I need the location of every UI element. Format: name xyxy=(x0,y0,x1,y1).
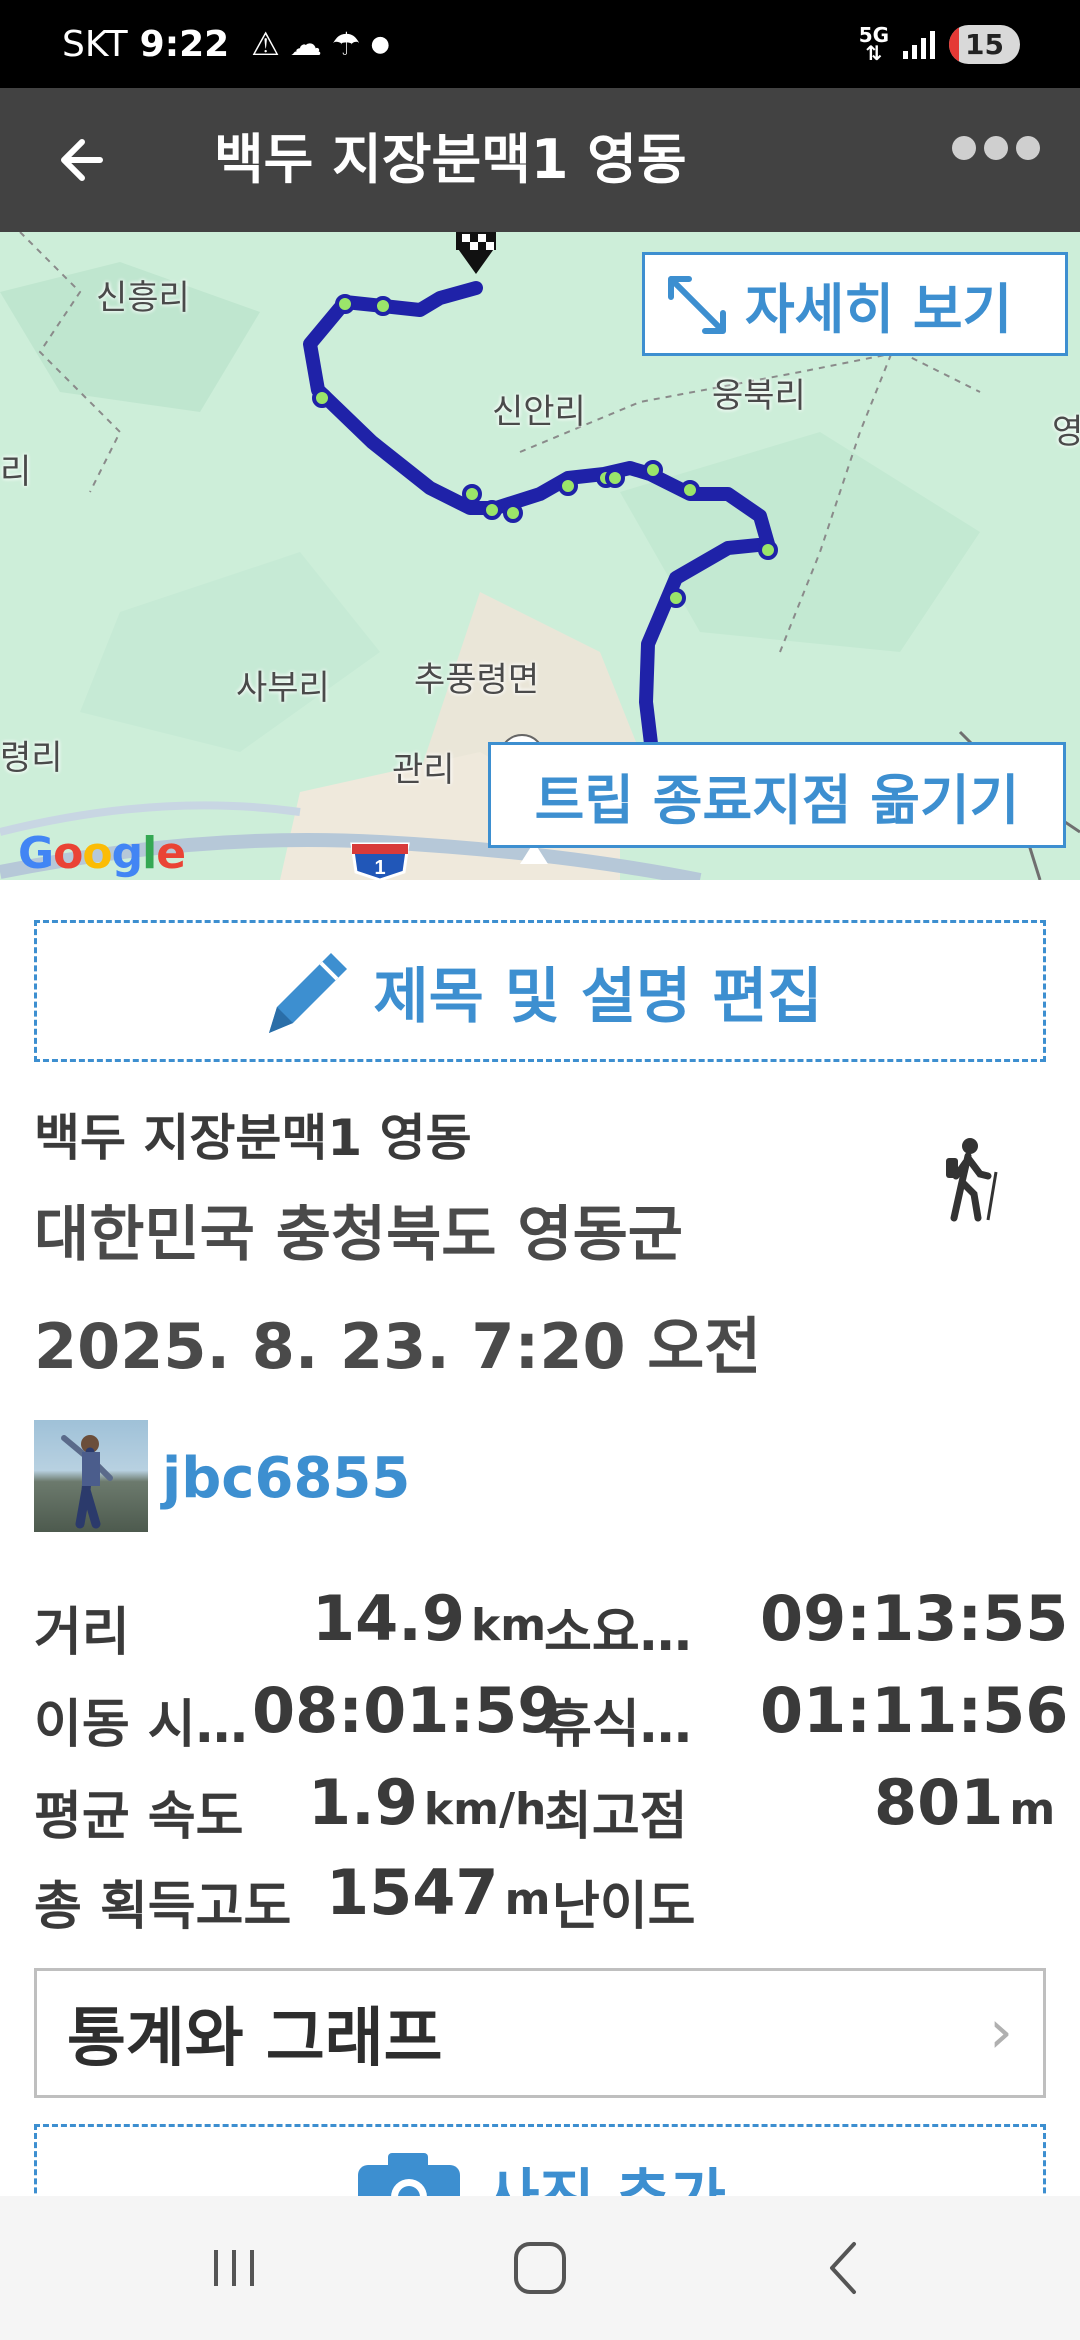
edit-title-button[interactable]: 제목 및 설명 편집 xyxy=(34,920,1046,1062)
map-place-label: 영 xyxy=(1052,412,1080,452)
max-altitude-label: 최고점 xyxy=(544,1787,688,1847)
edit-title-label: 제목 및 설명 편집 xyxy=(373,961,823,1032)
expand-map-button[interactable]: 자세히 보기 xyxy=(642,252,1068,356)
move-trip-end-button[interactable]: 트립 종료지점 옮기기 xyxy=(488,742,1066,848)
chevron-right-icon: › xyxy=(989,1997,1013,2067)
stats-graph-label: 통계와 그래프 xyxy=(67,2002,443,2076)
distance-label: 거리 xyxy=(34,1603,130,1663)
expand-icon xyxy=(668,276,726,334)
page-title: 백두 지장분맥1 영동 xyxy=(214,128,687,191)
expand-map-label: 자세히 보기 xyxy=(745,277,1013,341)
moving-time-label: 이동 시… xyxy=(34,1695,248,1755)
username-link[interactable]: jbc6855 xyxy=(162,1446,410,1511)
clock: 9:22 xyxy=(139,23,230,65)
more-dot-icon xyxy=(952,136,976,160)
map-place-label: 신흥리 xyxy=(96,278,190,318)
difficulty-label: 난이도 xyxy=(552,1877,696,1937)
dot-icon: ● xyxy=(370,31,390,57)
map-place-label: 관리 xyxy=(392,750,455,790)
carrier: SKT xyxy=(62,23,128,65)
system-nav-bar xyxy=(0,2196,1080,2340)
network-icon: 5G ⇅ xyxy=(858,23,890,65)
highway-shield-icon: 1 xyxy=(350,842,410,880)
avg-speed-label: 평균 속도 xyxy=(34,1787,244,1847)
avatar-photo xyxy=(61,1435,113,1529)
trip-date: 2025. 8. 23. 7:20 오전 xyxy=(34,1310,762,1383)
more-dot-icon xyxy=(984,136,1008,160)
app-bar: 백두 지장분맥1 영동 xyxy=(0,88,1080,232)
signal-icon xyxy=(903,29,936,59)
map-place-label: 리 xyxy=(0,452,32,492)
weather-icon: ☂ xyxy=(331,25,361,63)
avatar[interactable] xyxy=(34,1420,148,1532)
pencil-icon xyxy=(269,953,348,1033)
distance-value: 14.9 km xyxy=(312,1582,547,1655)
max-altitude-value: 801 m xyxy=(874,1766,1056,1839)
move-trip-end-label: 트립 종료지점 옮기기 xyxy=(534,768,1020,832)
duration-value: 09:13:55 xyxy=(760,1582,1069,1655)
more-dot-icon xyxy=(1016,136,1040,160)
elevation-gain-label: 총 획득고도 xyxy=(34,1877,292,1937)
arrow-left-icon xyxy=(61,139,103,181)
back-button[interactable] xyxy=(48,124,120,196)
rest-time-value: 01:11:56 xyxy=(760,1674,1069,1747)
map-place-label: 추풍령면 xyxy=(414,660,540,700)
trip-location: 대한민국 충청북도 영동군 xyxy=(34,1200,683,1270)
back-nav-button[interactable] xyxy=(818,2236,868,2300)
duration-label: 소요… xyxy=(544,1603,692,1663)
hiker-icon xyxy=(946,1138,998,1222)
map-place-label: 웅북리 xyxy=(712,376,806,416)
avg-speed-value: 1.9 km/h xyxy=(308,1766,547,1839)
cloud-icon: ☁ xyxy=(289,25,322,63)
rest-time-label: 휴식… xyxy=(544,1695,692,1755)
moving-time-value: 08:01:59 xyxy=(252,1674,561,1747)
svg-text:1: 1 xyxy=(374,857,385,879)
stats-graph-button[interactable]: 통계와 그래프 › xyxy=(34,1968,1046,2098)
warning-icon: ⚠ xyxy=(251,25,280,63)
recent-apps-button[interactable] xyxy=(204,2236,264,2300)
more-options-button[interactable] xyxy=(952,136,1040,160)
map-place-label: 령리 xyxy=(0,738,63,778)
status-bar: SKT 9:22 ⚠ ☁ ☂ ● 5G ⇅ 15 xyxy=(0,0,1080,88)
elevation-gain-value: 1547 m xyxy=(326,1856,551,1929)
map-place-label: 신안리 xyxy=(492,392,586,432)
home-button[interactable] xyxy=(506,2236,574,2300)
map-place-label: 사부리 xyxy=(236,668,330,708)
battery-indicator: 15 xyxy=(949,24,1020,64)
route-map[interactable]: 1 신흥리 신안리 웅북리 영 리 사부리 추풍령면 관리 령리 자세히 보기 … xyxy=(0,232,1080,880)
trip-name: 백두 지장분맥1 영동 xyxy=(34,1109,472,1167)
google-logo: Google xyxy=(18,828,186,879)
